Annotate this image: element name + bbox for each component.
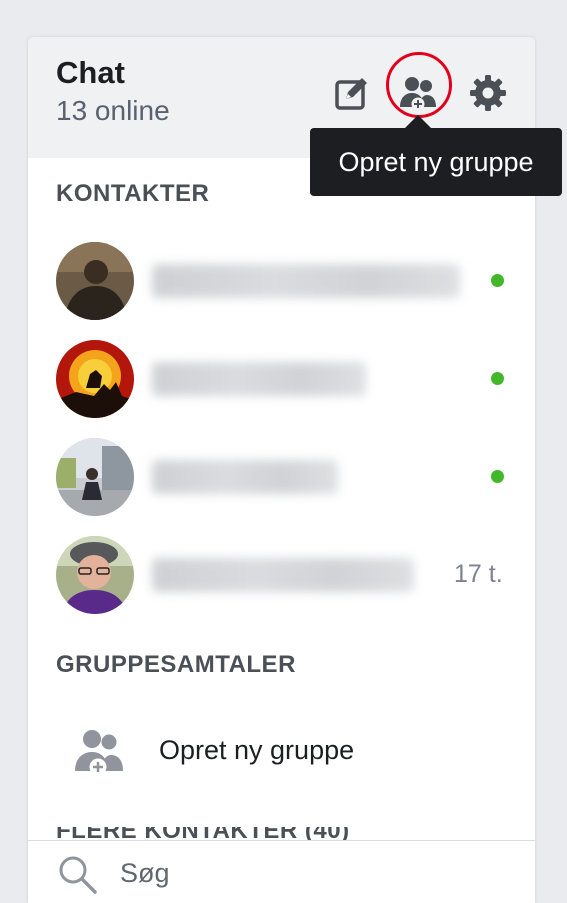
contact-name-blurred (152, 558, 414, 592)
search-icon (58, 855, 98, 895)
contact-name-blurred (152, 264, 460, 298)
online-status-dot (491, 372, 504, 385)
chat-title: Chat (56, 55, 125, 90)
contact-row[interactable] (28, 340, 535, 436)
contact-row[interactable] (28, 438, 535, 534)
avatar (56, 340, 134, 418)
avatar (56, 242, 134, 320)
search-bar (28, 840, 535, 903)
tooltip-arrow (405, 115, 431, 128)
new-group-icon[interactable] (398, 73, 438, 113)
tooltip: Opret ny gruppe (310, 128, 562, 196)
avatar (56, 536, 134, 614)
create-group-label: Opret ny gruppe (159, 735, 355, 765)
new-group-icon (72, 725, 126, 779)
contact-name-blurred (152, 362, 366, 396)
more-contacts-label-text: FLERE KONTAKTER (40) (56, 827, 350, 840)
groups-section-label: GRUPPESAMTALER (56, 651, 296, 678)
avatar (56, 438, 134, 516)
contact-row[interactable]: 17 t. (28, 536, 535, 632)
contact-name-blurred (152, 460, 338, 494)
online-count: 13 online (56, 95, 170, 126)
more-contacts-section-label: FLERE KONTAKTER (40) (28, 827, 535, 840)
last-seen-time: 17 t. (454, 560, 503, 588)
gear-icon[interactable] (468, 73, 508, 113)
search-input[interactable] (120, 853, 500, 893)
contact-row[interactable] (28, 242, 535, 338)
create-group-row[interactable]: Opret ny gruppe (28, 719, 535, 789)
online-status-dot (491, 274, 504, 287)
compose-icon[interactable] (332, 73, 372, 113)
contacts-section-label: KONTAKTER (56, 180, 210, 207)
online-status-dot (491, 470, 504, 483)
